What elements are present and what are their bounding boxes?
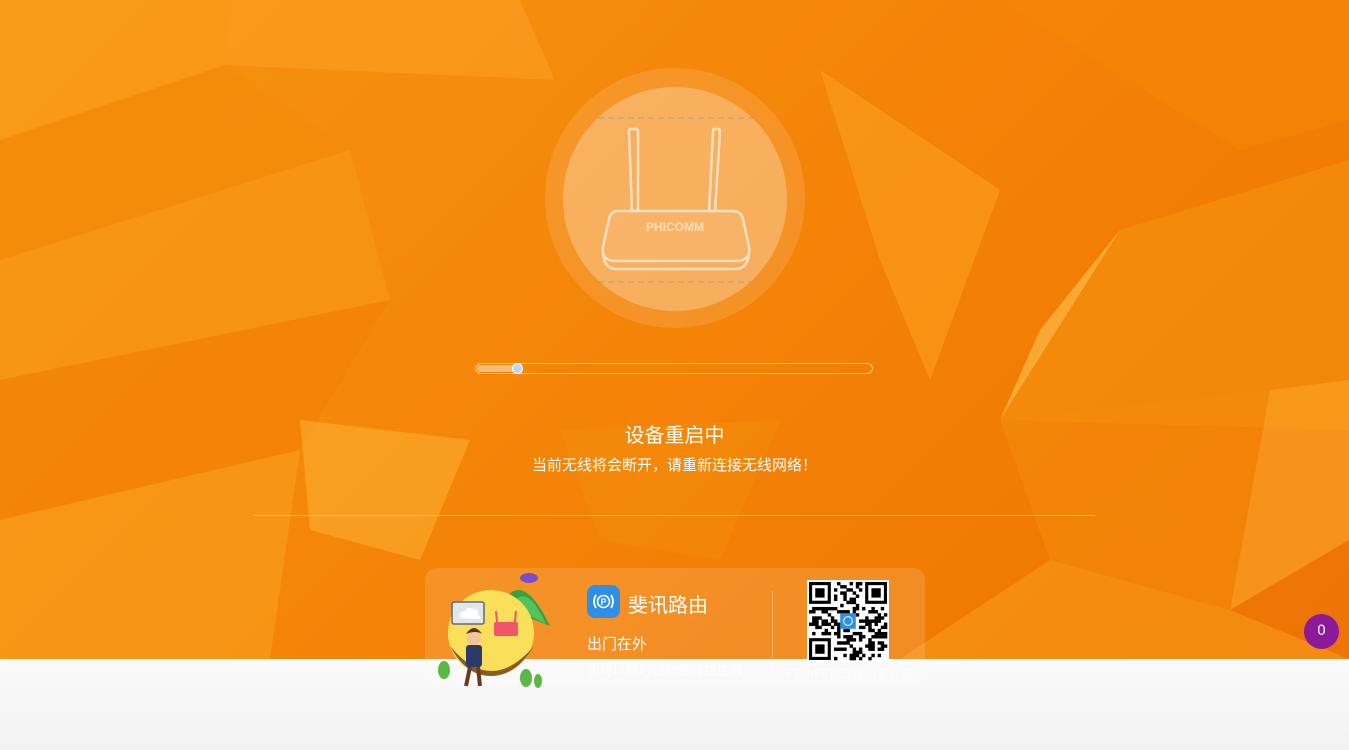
router-illustration: PHICOMM — [598, 117, 753, 283]
app-name: 斐讯路由 — [628, 593, 708, 617]
notification-badge[interactable]: 0 — [1304, 614, 1339, 649]
router-brand-label: PHICOMM — [646, 220, 704, 234]
reboot-progress-bar — [475, 363, 873, 374]
reboot-progress-fill — [477, 365, 516, 372]
promo-tagline: 出门在外 — [587, 635, 648, 653]
promo-description: 也可以随时随地管理路由器 — [587, 664, 744, 679]
svg-text:P: P — [600, 597, 606, 607]
phicomm-app-icon: P — [587, 585, 620, 618]
promo-separator — [772, 591, 773, 675]
section-divider — [254, 515, 1095, 516]
download-qr-code[interactable] — [807, 580, 889, 662]
promo-person-illustration — [438, 573, 550, 688]
reboot-status-message: 当前无线将会断开，请重新连接无线网络！ — [531, 456, 817, 474]
reboot-progress-knob — [512, 363, 523, 374]
reboot-status-title: 设备重启中 — [624, 423, 725, 447]
qr-caption: 下载APP管理路由更方便 — [781, 667, 913, 681]
